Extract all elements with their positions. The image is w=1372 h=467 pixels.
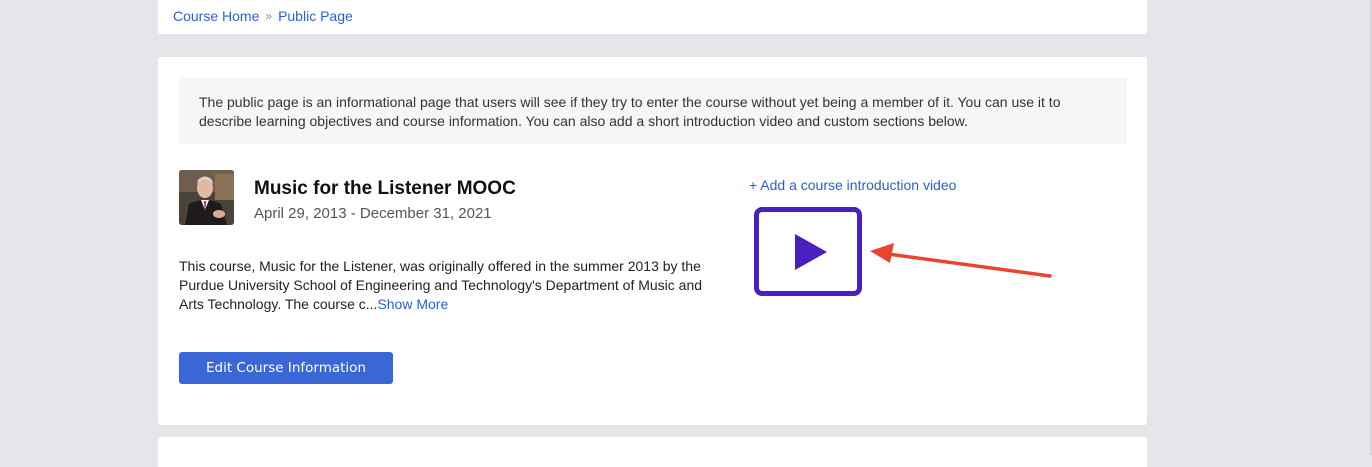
info-notice: The public page is an informational page… <box>179 77 1127 144</box>
course-title: Music for the Listener MOOC <box>254 178 516 199</box>
breadcrumb-public-page-link[interactable]: Public Page <box>278 8 353 24</box>
play-icon <box>795 234 827 270</box>
course-avatar <box>179 170 234 225</box>
course-description: This course, Music for the Listener, was… <box>179 257 709 314</box>
instructor-photo-icon <box>179 170 234 225</box>
next-section-card <box>158 437 1147 467</box>
show-more-link[interactable]: Show More <box>377 296 448 312</box>
video-placeholder[interactable] <box>754 207 862 296</box>
add-course-introduction-video-link[interactable]: + Add a course introduction video <box>749 177 956 193</box>
edit-course-information-button[interactable]: Edit Course Information <box>179 352 393 384</box>
info-notice-text: The public page is an informational page… <box>199 94 1061 129</box>
breadcrumb-separator-icon: » <box>265 9 273 23</box>
course-dates: April 29, 2013 - December 31, 2021 <box>254 205 492 222</box>
breadcrumb: Course Home » Public Page <box>158 0 1147 34</box>
breadcrumb-course-home-link[interactable]: Course Home <box>173 8 259 24</box>
annotation-arrow-icon <box>870 243 1052 278</box>
